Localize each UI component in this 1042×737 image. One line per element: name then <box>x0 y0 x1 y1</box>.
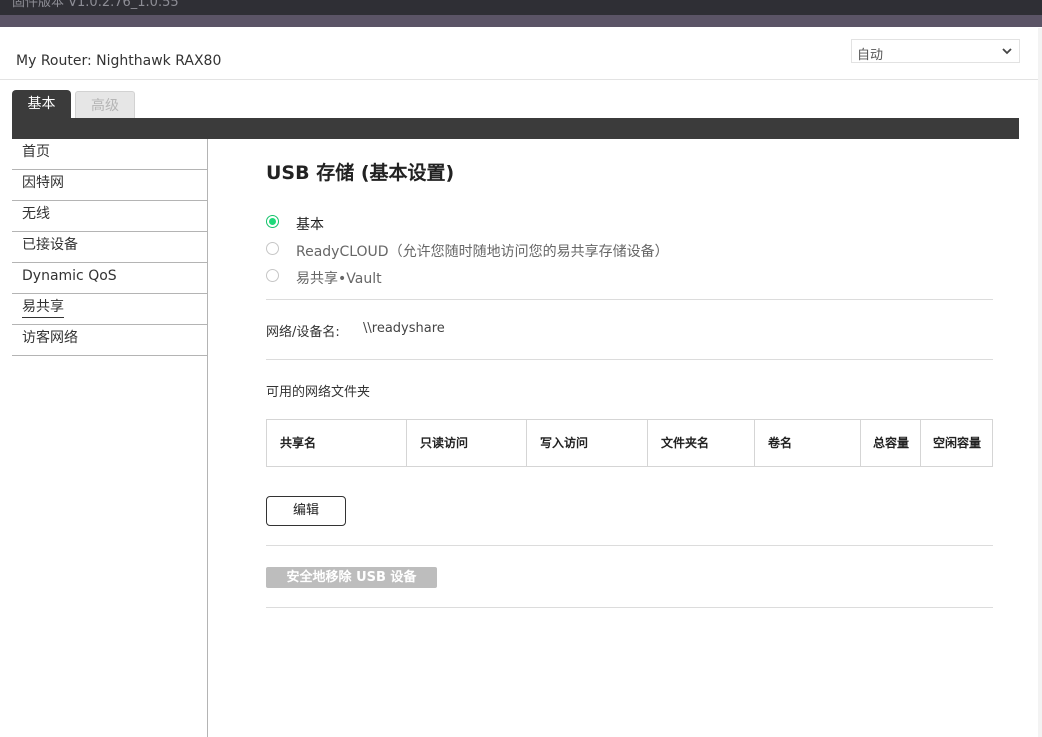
language-select[interactable]: 自动 <box>851 39 1020 63</box>
mode-option-label: 易共享•Vault <box>296 271 382 287</box>
firmware-bar: 固件版本 V1.0.2.76_1.0.55 <box>0 0 1042 15</box>
edit-button[interactable]: 编辑 <box>266 496 346 526</box>
sidebar-divider <box>207 139 208 737</box>
radio-unselected-icon[interactable] <box>266 269 279 282</box>
sidebar-item-home[interactable]: 首页 <box>12 139 207 170</box>
sidebar-item-internet[interactable]: 因特网 <box>12 170 207 201</box>
sidebar-item-readyshare[interactable]: 易共享 <box>12 294 207 325</box>
scrollbar-track[interactable] <box>1038 28 1042 737</box>
column-header-write-access: 写入访问 <box>527 420 648 466</box>
tab-advanced[interactable]: 高级 <box>75 91 135 118</box>
column-header-share-name: 共享名 <box>267 420 407 466</box>
sidebar-item-wireless[interactable]: 无线 <box>12 201 207 232</box>
language-selected: 自动 <box>857 48 884 63</box>
tab-basic[interactable]: 基本 <box>12 90 71 118</box>
chevron-down-icon <box>1002 48 1012 55</box>
sidebar-item-dynamic-qos[interactable]: Dynamic QoS <box>12 263 207 294</box>
router-title: My Router: Nighthawk RAX80 <box>16 53 221 69</box>
share-folder-table: 共享名 只读访问 写入访问 文件夹名 卷名 总容量 空闲容量 <box>266 419 993 467</box>
radio-unselected-icon[interactable] <box>266 242 279 255</box>
router-label: My Router: <box>16 53 92 69</box>
page-title: USB 存储 (基本设置) <box>266 162 455 184</box>
header-divider <box>0 79 1038 80</box>
column-header-free-space: 空闲容量 <box>933 436 982 450</box>
sidebar-item-label: 因特网 <box>22 175 64 191</box>
mode-option-label: ReadyCLOUD（允许您随时随地访问您的易共享存储设备） <box>296 244 669 260</box>
radio-selected-icon[interactable] <box>266 215 279 228</box>
sidebar-item-label: 已接设备 <box>22 237 78 253</box>
section-divider <box>266 299 993 300</box>
device-name-value: \\readyshare <box>363 321 445 336</box>
device-name-label: 网络/设备名: <box>266 325 340 340</box>
column-header-read-access: 只读访问 <box>407 420 527 466</box>
sidebar-item-label: 无线 <box>22 206 50 222</box>
section-divider <box>266 607 993 608</box>
sidebar-item-guest-network[interactable]: 访客网络 <box>12 325 207 356</box>
sidebar-item-label: 易共享 <box>22 297 64 318</box>
sidebar-item-label: Dynamic QoS <box>22 268 117 284</box>
firmware-text: 固件版本 V1.0.2.76_1.0.55 <box>12 0 179 10</box>
column-header-folder-name: 文件夹名 <box>648 420 755 466</box>
router-name: Nighthawk RAX80 <box>96 53 222 69</box>
column-header-total-space: 总容量 <box>861 420 921 466</box>
sidebar-item-label: 首页 <box>22 144 50 160</box>
tab-bar <box>12 118 1019 139</box>
section-divider <box>266 545 993 546</box>
available-folders-label: 可用的网络文件夹 <box>266 385 371 400</box>
safe-remove-usb-button[interactable]: 安全地移除 USB 设备 <box>266 567 437 588</box>
sidebar: 首页 因特网 无线 已接设备 Dynamic QoS 易共享 访客网络 <box>12 139 207 356</box>
mode-option-label: 基本 <box>296 217 324 233</box>
sidebar-item-label: 访客网络 <box>22 330 78 346</box>
header-accent-strip <box>0 15 1042 27</box>
sidebar-item-attached-devices[interactable]: 已接设备 <box>12 232 207 263</box>
column-header-volume-name: 卷名 <box>755 420 861 466</box>
section-divider <box>266 359 993 360</box>
